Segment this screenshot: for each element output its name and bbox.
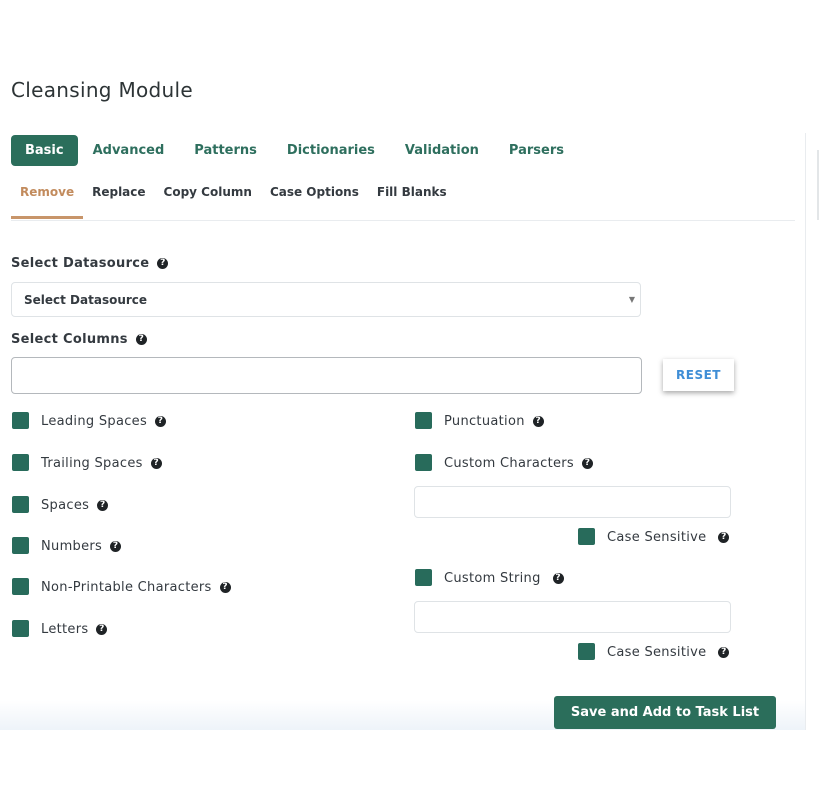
custom-string-option: Custom String?	[444, 571, 564, 586]
custom-characters-label: Custom Characters	[444, 456, 574, 471]
main-tabs: Basic Advanced Patterns Dictionaries Val…	[11, 133, 594, 167]
help-icon[interactable]: ?	[532, 416, 544, 427]
punctuation-checkbox[interactable]	[415, 412, 432, 429]
help-icon[interactable]: ?	[718, 532, 730, 543]
case-sensitive-checkbox[interactable]	[578, 528, 595, 545]
letters-label: Letters	[41, 622, 89, 637]
custom-string-input[interactable]	[414, 601, 731, 633]
page-title: Cleansing Module	[11, 78, 193, 102]
reset-button[interactable]: RESET	[663, 359, 734, 391]
datasource-label: Select Datasource	[11, 256, 150, 271]
tab-validation[interactable]: Validation	[405, 143, 479, 158]
non-printable-option: Non-Printable Characters?	[41, 580, 231, 595]
spaces-option: Spaces?	[41, 498, 109, 513]
tab-advanced[interactable]: Advanced	[93, 143, 165, 158]
help-icon[interactable]: ?	[110, 541, 122, 552]
sub-tabs: Remove Replace Copy Column Case Options …	[11, 180, 456, 219]
numbers-option: Numbers?	[41, 539, 122, 554]
subtab-divider	[11, 220, 795, 221]
case-sensitive-option: Case Sensitive?	[607, 530, 730, 545]
tab-patterns[interactable]: Patterns	[194, 143, 257, 158]
help-icon[interactable]: ?	[97, 500, 109, 511]
tab-dictionaries[interactable]: Dictionaries	[287, 143, 375, 158]
help-icon[interactable]: ?	[155, 416, 167, 427]
leading-spaces-label: Leading Spaces	[41, 414, 148, 429]
case-sensitive-option: Case Sensitive?	[607, 645, 730, 660]
subtab-fill-blanks[interactable]: Fill Blanks	[368, 180, 456, 219]
custom-characters-input[interactable]	[414, 486, 731, 518]
numbers-checkbox[interactable]	[12, 537, 29, 554]
help-icon[interactable]: ?	[157, 258, 169, 269]
case-sensitive-label: Case Sensitive	[607, 645, 707, 660]
datasource-label-row: Select Datasource?	[11, 256, 169, 271]
numbers-label: Numbers	[41, 539, 103, 554]
trailing-spaces-checkbox[interactable]	[12, 454, 29, 471]
punctuation-option: Punctuation?	[444, 414, 544, 429]
columns-label-row: Select Columns?	[11, 332, 147, 347]
help-icon[interactable]: ?	[552, 573, 564, 584]
panel-divider	[805, 133, 806, 730]
caret-down-icon: ▼	[628, 295, 635, 304]
leading-spaces-option: Leading Spaces?	[41, 414, 167, 429]
trailing-spaces-option: Trailing Spaces?	[41, 456, 162, 471]
help-icon[interactable]: ?	[718, 647, 730, 658]
custom-string-checkbox[interactable]	[415, 569, 432, 586]
tab-parsers[interactable]: Parsers	[509, 143, 564, 158]
custom-string-label: Custom String	[444, 571, 541, 586]
letters-option: Letters?	[41, 622, 108, 637]
non-printable-label: Non-Printable Characters	[41, 580, 212, 595]
spaces-label: Spaces	[41, 498, 90, 513]
datasource-selected-value: Select Datasource	[24, 293, 148, 307]
subtab-remove[interactable]: Remove	[11, 180, 84, 219]
spaces-checkbox[interactable]	[12, 496, 29, 513]
help-icon[interactable]: ?	[135, 334, 147, 345]
columns-label: Select Columns	[11, 332, 128, 347]
help-icon[interactable]: ?	[219, 582, 231, 593]
columns-input[interactable]	[11, 357, 642, 394]
subtab-case-options[interactable]: Case Options	[261, 180, 368, 219]
subtab-replace[interactable]: Replace	[83, 180, 154, 219]
trailing-spaces-label: Trailing Spaces	[41, 456, 143, 471]
non-printable-checkbox[interactable]	[12, 578, 29, 595]
case-sensitive-label: Case Sensitive	[607, 530, 707, 545]
case-sensitive-checkbox[interactable]	[578, 643, 595, 660]
help-icon[interactable]: ?	[96, 624, 108, 635]
punctuation-label: Punctuation	[444, 414, 525, 429]
datasource-select[interactable]: Select Datasource ▼	[11, 282, 641, 317]
subtab-copy-column[interactable]: Copy Column	[155, 180, 261, 219]
tab-basic[interactable]: Basic	[11, 134, 78, 166]
custom-characters-checkbox[interactable]	[415, 454, 432, 471]
leading-spaces-checkbox[interactable]	[12, 412, 29, 429]
letters-checkbox[interactable]	[12, 620, 29, 637]
help-icon[interactable]: ?	[150, 458, 162, 469]
custom-characters-option: Custom Characters?	[444, 456, 593, 471]
save-add-task-button[interactable]: Save and Add to Task List	[554, 696, 776, 729]
help-icon[interactable]: ?	[582, 458, 593, 469]
